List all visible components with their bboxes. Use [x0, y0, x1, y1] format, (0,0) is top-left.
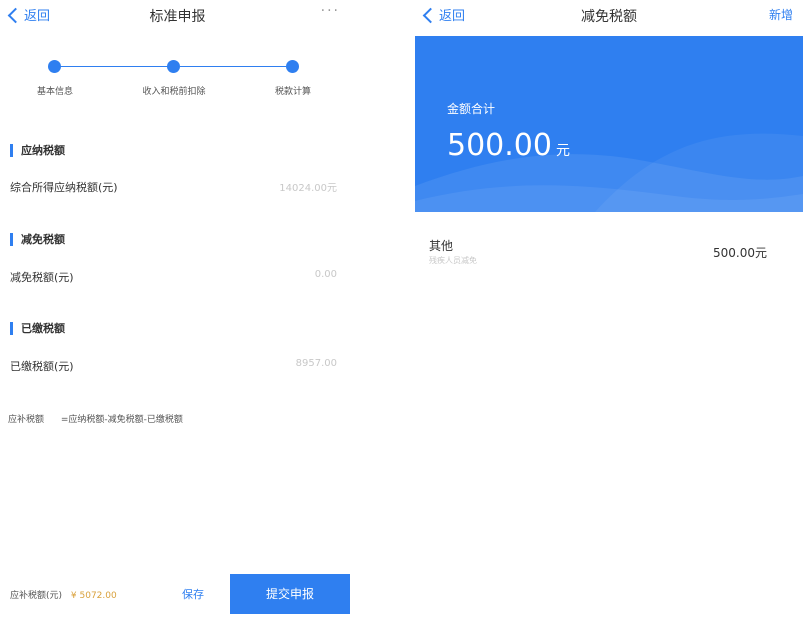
page-title: 标准申报 — [149, 9, 206, 25]
chevron-left-icon — [7, 7, 24, 23]
row-value: 0.00 — [314, 269, 337, 280]
tax-due-label: 应补税额(元) — [10, 591, 63, 601]
section-title: 应纳税额 — [21, 144, 65, 157]
total-amount-unit: 元 — [555, 143, 570, 159]
more-icon[interactable]: ··· — [321, 3, 340, 19]
section-title: 减免税额 — [21, 233, 65, 246]
back-label: 返回 — [24, 9, 51, 24]
standard-declaration-screen: 返回 标准申报 ··· 基本信息 收入和税前扣除 税款计算 应纳税额 综合所得应… — [0, 0, 355, 621]
row-label: 已缴税额(元) — [10, 360, 74, 373]
step-dot-1 — [48, 60, 61, 73]
add-button[interactable]: 新增 — [769, 6, 793, 23]
section-title: 已缴税额 — [21, 322, 65, 335]
section-marker — [10, 232, 13, 246]
formula-note: 应补税额 =应纳税额-减免税额-已缴税额 — [8, 412, 183, 425]
step-label-tax-calculation[interactable]: 税款计算 — [248, 84, 338, 97]
nav-bar: 返回 标准申报 ··· — [0, 0, 355, 32]
step-connector — [60, 66, 170, 67]
total-amount-banner: 金额合计 500.00 元 — [415, 36, 803, 212]
step-dot-2 — [167, 60, 180, 73]
tax-relief-row[interactable]: 减免税额(元) 0.00 — [10, 267, 337, 287]
item-subtitle: 残疾人员减免 — [429, 256, 477, 265]
row-value: 8957.00 — [295, 358, 337, 369]
section-tax-paid: 已缴税额 — [10, 320, 65, 336]
tax-due-value: ¥ 5072.00 — [70, 591, 117, 601]
list-item[interactable]: 其他 残疾人员减免 500.00元 — [429, 236, 803, 272]
total-amount: 500.00 元 — [447, 128, 570, 163]
nav-bar: 返回 减免税额 新增 — [415, 0, 803, 32]
tax-relief-screen: 返回 减免税额 新增 金额合计 500.00 元 其他 残疾人员减免 500.0… — [415, 0, 803, 621]
progress-stepper: 基本信息 收入和税前扣除 税款计算 — [0, 58, 355, 108]
tax-paid-row[interactable]: 已缴税额(元) 8957.00 — [10, 356, 337, 376]
section-tax-payable: 应纳税额 — [10, 142, 65, 158]
row-value: 14024.00元 — [279, 183, 337, 194]
bottom-bar: 应补税额(元) ¥ 5072.00 保存 提交申报 — [0, 574, 355, 614]
step-label-income-deduction[interactable]: 收入和税前扣除 — [129, 84, 219, 97]
back-label: 返回 — [439, 9, 466, 24]
step-dot-3 — [286, 60, 299, 73]
item-amount: 500.00元 — [713, 246, 767, 260]
submit-declaration-button[interactable]: 提交申报 — [230, 574, 350, 614]
section-marker — [10, 143, 13, 157]
banner-wave-decoration — [415, 133, 803, 212]
row-label: 综合所得应纳税额(元) — [10, 181, 118, 194]
step-label-basic-info[interactable]: 基本信息 — [10, 84, 100, 97]
chevron-left-icon — [422, 7, 439, 23]
section-marker — [10, 321, 13, 335]
total-amount-value: 500.00 — [447, 128, 552, 163]
step-connector — [180, 66, 286, 67]
back-button[interactable]: 返回 — [7, 5, 51, 24]
item-name: 其他 — [429, 239, 454, 253]
back-button[interactable]: 返回 — [422, 5, 466, 24]
row-label: 减免税额(元) — [10, 271, 74, 284]
tax-due-summary: 应补税额(元) ¥ 5072.00 — [10, 588, 117, 601]
section-tax-relief: 减免税额 — [10, 231, 65, 247]
tax-payable-row[interactable]: 综合所得应纳税额(元) 14024.00元 — [10, 177, 337, 197]
formula-label: 应补税额 — [8, 415, 45, 425]
formula-expression: =应纳税额-减免税额-已缴税额 — [60, 415, 183, 425]
page-title: 减免税额 — [581, 9, 637, 25]
total-label: 金额合计 — [447, 102, 496, 116]
save-button[interactable]: 保存 — [182, 586, 204, 602]
